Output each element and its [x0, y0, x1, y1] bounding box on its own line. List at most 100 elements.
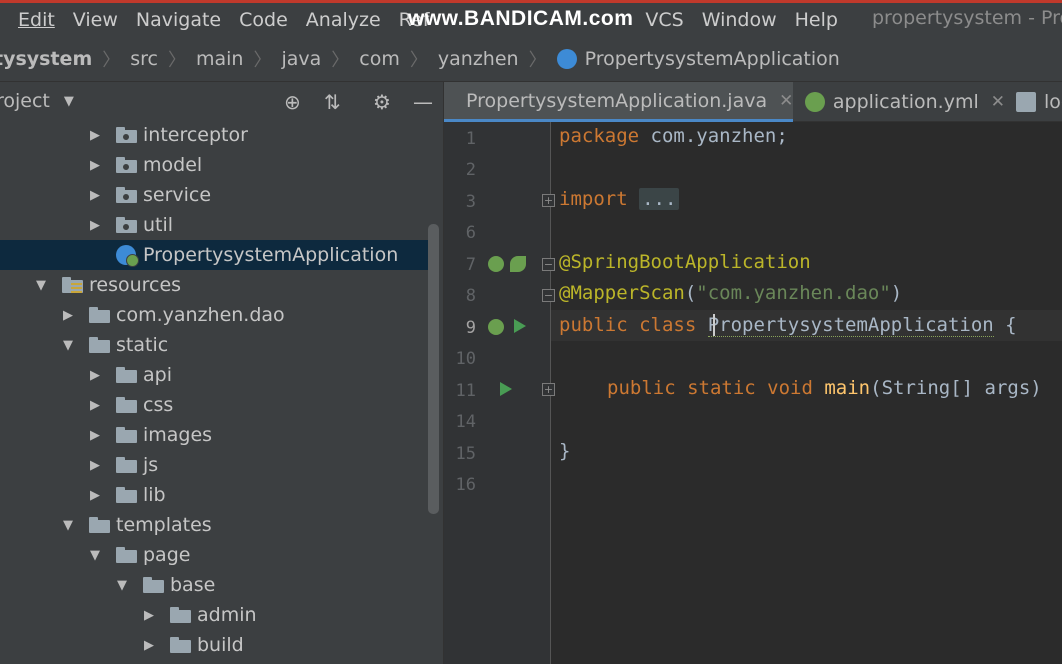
paren-token: ( — [684, 282, 697, 304]
keyword-token: public class — [559, 314, 697, 336]
locate-icon[interactable]: ⊕ — [284, 90, 301, 114]
line-number: 10 — [455, 349, 476, 369]
menu-help[interactable]: Help — [795, 9, 838, 31]
folder-icon — [116, 457, 137, 473]
tree-item-model[interactable]: ▶ model — [0, 150, 428, 180]
chevron-right-icon[interactable]: ▶ — [88, 128, 102, 143]
chevron-right-icon[interactable]: ▶ — [88, 458, 102, 473]
menu-code-label: Code — [239, 8, 288, 31]
tree-item-base[interactable]: ▼ base — [0, 570, 428, 600]
tree-item-com-yanzhen-dao[interactable]: ▶ com.yanzhen.dao — [0, 300, 428, 330]
menu-code[interactable]: Code — [239, 9, 288, 31]
menu-vcs[interactable]: VCS — [645, 9, 683, 31]
tree-item-static[interactable]: ▼ static — [0, 330, 428, 360]
folder-icon — [89, 307, 110, 323]
gear-icon[interactable]: ⚙ — [373, 90, 391, 114]
project-scrollbar[interactable] — [428, 224, 439, 514]
tree-item-label: interceptor — [143, 124, 248, 146]
breadcrumb: tysystem 〉 src 〉 main 〉 java 〉 com 〉 yan… — [0, 36, 1062, 82]
menu-view-label: View — [72, 8, 118, 31]
chevron-down-icon[interactable]: ▼ — [88, 548, 102, 563]
code-line-7[interactable]: @SpringBootApplication — [559, 251, 811, 282]
tree-item-interceptor[interactable]: ▶ interceptor — [0, 120, 428, 150]
menu-analyze[interactable]: Analyze — [306, 9, 381, 31]
tree-item-util[interactable]: ▶ util — [0, 210, 428, 240]
tree-item-images[interactable]: ▶ images — [0, 420, 428, 450]
expand-fold-icon[interactable]: + — [542, 383, 555, 396]
chevron-down-icon[interactable]: ▼ — [34, 278, 48, 293]
chevron-right-icon[interactable]: ▶ — [88, 398, 102, 413]
keyword-token: package — [559, 125, 640, 147]
chevron-right-icon[interactable]: ▶ — [61, 308, 75, 323]
tree-item-service[interactable]: ▶ service — [0, 180, 428, 210]
spring-leaf-icon[interactable] — [510, 256, 526, 272]
code-line-9[interactable]: public class PropertysystemApplication { — [559, 314, 1017, 345]
collapse-fold-icon[interactable]: − — [542, 258, 555, 271]
run-icon[interactable] — [500, 382, 512, 396]
close-icon[interactable]: ✕ — [991, 92, 1005, 112]
bean-icon[interactable] — [488, 256, 504, 272]
code-line-15[interactable]: } — [559, 440, 570, 471]
chevron-right-icon[interactable]: ▶ — [88, 428, 102, 443]
menu-view[interactable]: View — [73, 9, 118, 31]
package-icon — [116, 187, 137, 203]
project-title[interactable]: roject — [0, 90, 50, 112]
tab-propertysystemapplication-java[interactable]: PropertysystemApplication.java ✕ — [444, 82, 793, 122]
code-line-11[interactable]: public static void main(String[] args) — [607, 377, 1042, 408]
chevron-right-icon[interactable]: ▶ — [88, 368, 102, 383]
collapse-fold-icon[interactable]: − — [542, 289, 555, 302]
bean-icon[interactable] — [488, 319, 504, 335]
tree-item-admin[interactable]: ▶ admin — [0, 600, 428, 630]
chevron-right-icon[interactable]: ▶ — [88, 488, 102, 503]
tree-item-label: templates — [116, 514, 212, 536]
collapse-all-icon[interactable]: ⇅ — [324, 90, 341, 114]
breadcrumb-com[interactable]: com — [359, 48, 400, 70]
code-line-8[interactable]: @MapperScan("com.yanzhen.dao") — [559, 282, 902, 313]
run-icon[interactable] — [514, 319, 526, 333]
tree-item-build[interactable]: ▶ build — [0, 630, 428, 660]
close-icon[interactable]: ✕ — [779, 91, 793, 111]
tree-item-label: base — [170, 574, 216, 596]
breadcrumb-separator: 〉 — [331, 49, 350, 71]
chevron-right-icon[interactable]: ▶ — [88, 158, 102, 173]
tree-item-css[interactable]: ▶ css — [0, 390, 428, 420]
tree-item-propertysystemapplication[interactable]: PropertysystemApplication — [0, 240, 428, 270]
tree-item-label: PropertysystemApplication — [143, 244, 399, 266]
line-number: 7 — [465, 255, 476, 275]
code-line-1[interactable]: package com.yanzhen; — [559, 125, 788, 156]
line-number: 11 — [455, 381, 476, 401]
tab-log[interactable]: log — [1016, 82, 1062, 122]
chevron-right-icon[interactable]: ▶ — [142, 608, 156, 623]
chevron-right-icon[interactable]: ▶ — [88, 218, 102, 233]
folded-imports[interactable]: ... — [639, 188, 680, 210]
breadcrumb-src[interactable]: src — [130, 48, 158, 70]
breadcrumb-project[interactable]: tysystem — [0, 48, 92, 70]
chevron-right-icon[interactable]: ▶ — [88, 188, 102, 203]
tab-application-yml[interactable]: application.yml ✕ — [805, 82, 1005, 122]
breadcrumb-separator: 〉 — [102, 49, 121, 71]
menu-window[interactable]: Window — [702, 9, 777, 31]
breadcrumb-java[interactable]: java — [281, 48, 321, 70]
tree-item-js[interactable]: ▶ js — [0, 450, 428, 480]
editor-tabs: PropertysystemApplication.java ✕ applica… — [444, 82, 1062, 122]
breadcrumb-main[interactable]: main — [196, 48, 243, 70]
expand-fold-icon[interactable]: + — [542, 194, 555, 207]
chevron-right-icon[interactable]: ▶ — [142, 638, 156, 653]
chevron-down-icon[interactable]: ▼ — [115, 578, 129, 593]
tree-item-resources[interactable]: ▼ resources — [0, 270, 428, 300]
chevron-down-icon[interactable]: ▼ — [64, 94, 74, 109]
folder-icon — [89, 517, 110, 533]
chevron-down-icon[interactable]: ▼ — [61, 338, 75, 353]
tree-item-api[interactable]: ▶ api — [0, 360, 428, 390]
line-number: 1 — [465, 129, 476, 149]
breadcrumb-class[interactable]: PropertysystemApplication — [585, 48, 840, 70]
menu-edit[interactable]: Edit — [18, 9, 55, 31]
minimize-icon[interactable]: — — [413, 90, 433, 114]
breadcrumb-yanzhen[interactable]: yanzhen — [438, 48, 519, 70]
tree-item-templates[interactable]: ▼ templates — [0, 510, 428, 540]
code-line-3[interactable]: import ... — [559, 188, 680, 219]
menu-navigate[interactable]: Navigate — [136, 9, 221, 31]
chevron-down-icon[interactable]: ▼ — [61, 518, 75, 533]
tree-item-lib[interactable]: ▶ lib — [0, 480, 428, 510]
tree-item-page[interactable]: ▼ page — [0, 540, 428, 570]
